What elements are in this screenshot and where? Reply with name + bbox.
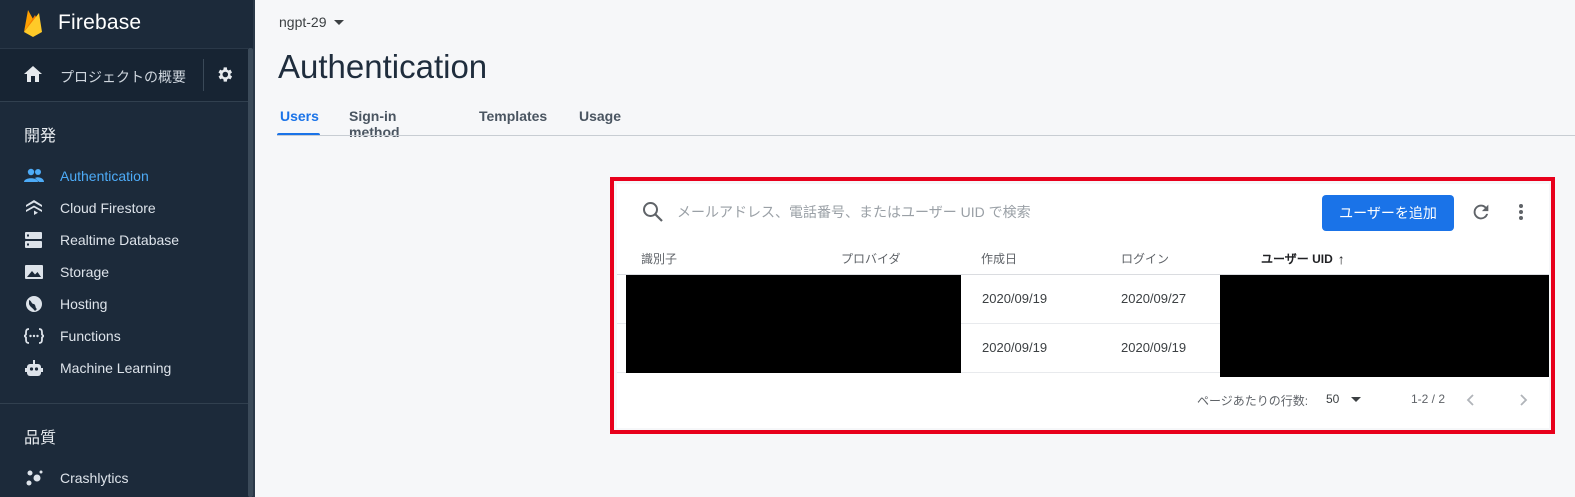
sidebar-item-crashlytics[interactable]: Crashlytics — [0, 462, 248, 494]
column-created[interactable]: 作成日 — [981, 250, 1017, 267]
sidebar-item-label: Realtime Database — [60, 232, 180, 248]
sidebar-item-realtime-database[interactable]: Realtime Database — [0, 224, 248, 256]
home-icon — [24, 66, 42, 82]
tab-usage[interactable]: Usage — [579, 108, 621, 124]
brand-name: Firebase — [58, 11, 142, 34]
page-title: Authentication — [278, 48, 488, 85]
sidebar-item-authentication[interactable]: Authentication — [0, 160, 248, 192]
project-overview-label: プロジェクトの概要 — [60, 69, 186, 85]
column-user-uid-label: ユーザー UID — [1261, 252, 1333, 266]
rows-per-page-select[interactable]: 50 — [1326, 392, 1362, 406]
tab-users[interactable]: Users — [280, 108, 319, 124]
row-1-created: 2020/09/19 — [982, 291, 1048, 306]
column-identifier[interactable]: 識別子 — [641, 250, 677, 267]
crashlytics-icon — [26, 470, 43, 486]
robot-icon — [25, 360, 43, 376]
functions-icon — [24, 328, 44, 344]
database-icon — [25, 232, 42, 248]
tabs-divider — [277, 135, 1575, 136]
tab-templates[interactable]: Templates — [479, 108, 547, 124]
redacted-block — [1220, 275, 1549, 377]
project-selector[interactable]: ngpt-29 — [279, 14, 345, 30]
column-provider[interactable]: プロバイダ — [841, 250, 901, 267]
row-1-login: 2020/09/27 — [1121, 291, 1187, 306]
brand[interactable]: Firebase — [0, 0, 255, 46]
column-login[interactable]: ログイン — [1121, 250, 1169, 267]
chevron-left-icon[interactable] — [1462, 391, 1480, 409]
chevron-right-icon[interactable] — [1514, 391, 1532, 409]
row-2-login: 2020/09/19 — [1121, 340, 1187, 355]
search-input[interactable] — [677, 200, 1137, 224]
sidebar-item-label: Hosting — [60, 296, 108, 312]
gear-icon[interactable] — [215, 65, 234, 84]
section-dev-label: 開発 — [24, 128, 57, 145]
sidebar-item-label: Machine Learning — [60, 360, 172, 376]
firestore-icon — [26, 200, 42, 215]
pagination-range: 1-2 / 2 — [1411, 392, 1446, 406]
refresh-icon[interactable] — [1470, 201, 1492, 223]
sidebar-item-label: Cloud Firestore — [60, 200, 156, 216]
rows-per-page-value: 50 — [1326, 392, 1340, 406]
firebase-logo-icon — [24, 10, 42, 37]
sidebar-item-label: Functions — [60, 328, 121, 344]
sidebar: Firebase プロジェクトの概要 開発 Authentication Clo… — [0, 0, 255, 497]
sort-arrow-icon: ↑ — [1337, 250, 1345, 267]
chevron-down-icon — [1351, 396, 1362, 402]
project-overview[interactable]: プロジェクトの概要 — [0, 48, 248, 102]
project-name: ngpt-29 — [279, 14, 327, 30]
sidebar-item-label: Storage — [60, 264, 110, 280]
chevron-down-icon — [334, 19, 345, 25]
globe-icon — [26, 296, 42, 312]
people-icon — [24, 168, 44, 182]
image-icon — [25, 265, 43, 279]
row-2-created: 2020/09/19 — [982, 340, 1048, 355]
add-user-button[interactable]: ユーザーを追加 — [1322, 195, 1454, 231]
more-vert-icon[interactable] — [1512, 202, 1530, 222]
sidebar-divider — [0, 403, 248, 404]
sidebar-item-cloud-firestore[interactable]: Cloud Firestore — [0, 192, 248, 224]
sidebar-item-functions[interactable]: Functions — [0, 320, 248, 352]
overview-divider — [203, 59, 204, 91]
sidebar-item-label: Authentication — [60, 168, 149, 184]
sidebar-item-label: Crashlytics — [60, 470, 129, 486]
sidebar-edge — [253, 0, 255, 497]
sidebar-item-hosting[interactable]: Hosting — [0, 288, 248, 320]
rows-per-page-label: ページあたりの行数: — [1197, 394, 1309, 408]
sidebar-item-machine-learning[interactable]: Machine Learning — [0, 352, 248, 384]
sidebar-item-storage[interactable]: Storage — [0, 256, 248, 288]
redacted-block — [626, 275, 961, 373]
column-user-uid[interactable]: ユーザー UID ↑ — [1261, 250, 1345, 267]
search-icon — [643, 202, 663, 222]
section-quality-label: 品質 — [24, 430, 57, 447]
